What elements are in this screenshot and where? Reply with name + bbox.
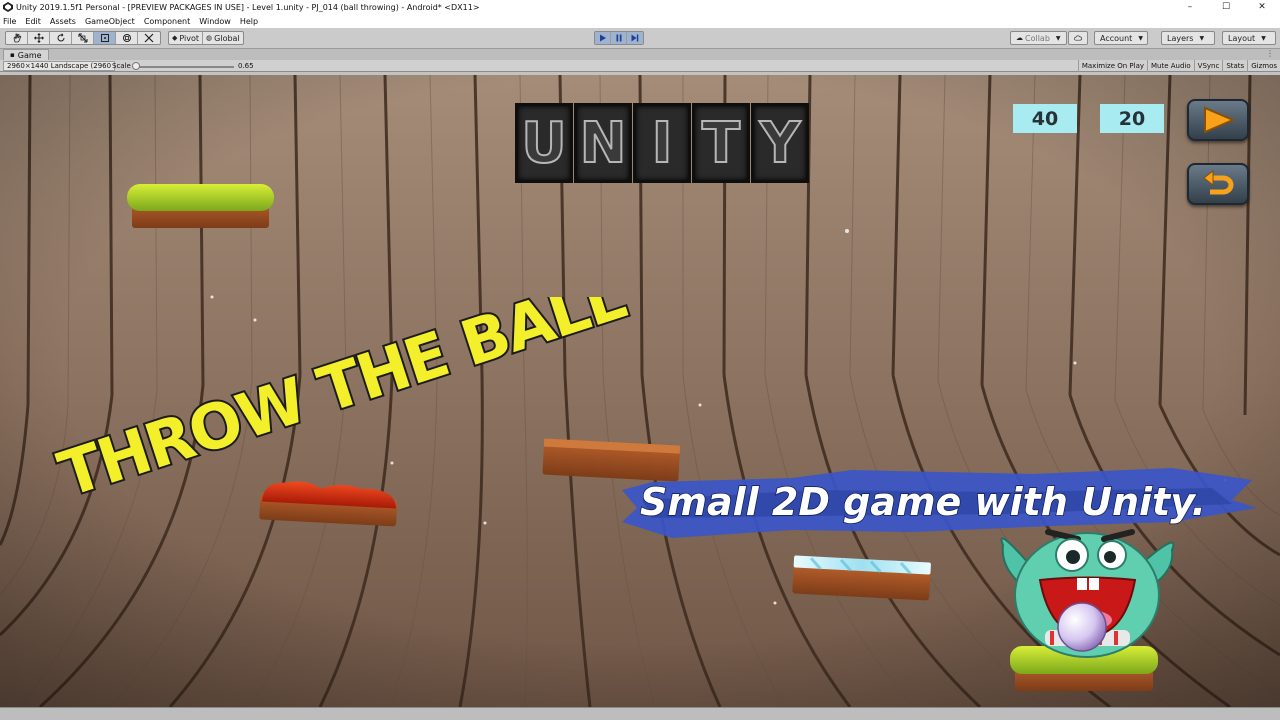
window-title: Unity 2019.1.5f1 Personal - [PREVIEW PAC… (16, 2, 480, 12)
platform-grass-top-left (127, 184, 274, 228)
game-controller-icon: ▪ (10, 51, 15, 59)
collab-label: Collab (1025, 33, 1050, 43)
headline-banner: THROW THE BALL (48, 297, 635, 507)
unity-logo: U N I T Y (515, 103, 810, 183)
scale-slider-track[interactable] (134, 66, 234, 68)
play-button[interactable] (595, 32, 611, 44)
menu-help[interactable]: Help (240, 17, 258, 26)
chevron-down-icon: ▼ (1199, 34, 1205, 42)
cloud-icon (1074, 35, 1082, 41)
rotate-icon (57, 33, 64, 42)
headline-text: THROW THE BALL (50, 297, 633, 507)
scale-value: 0.65 (238, 62, 254, 70)
pivot-label: Pivot (179, 33, 200, 43)
menu-gameobject[interactable]: GameObject (85, 17, 135, 26)
main-toolbar: ◆ Pivot ◍ Global ☁ Collab ▼ Account ▼ La… (0, 28, 1280, 49)
menu-component[interactable]: Component (144, 17, 190, 26)
transform-tools (5, 31, 161, 45)
window-titlebar: Unity 2019.1.5f1 Personal - [PREVIEW PAC… (0, 0, 1280, 14)
platform-ice-right (792, 555, 931, 601)
move-tool-button[interactable] (28, 32, 50, 44)
scale-label: Scale (112, 62, 131, 70)
score-counter-left: 40 (1013, 104, 1077, 133)
account-label: Account (1100, 33, 1133, 43)
step-button[interactable] (627, 32, 643, 44)
account-dropdown[interactable]: Account ▼ (1094, 31, 1148, 45)
tab-game-label: Game (17, 50, 42, 60)
scale-tool-button[interactable] (72, 32, 94, 44)
pause-icon (616, 34, 621, 42)
restart-icon (1203, 170, 1234, 195)
menu-edit[interactable]: Edit (25, 17, 41, 26)
playback-controls (594, 31, 644, 45)
logo-letter-y: Y (751, 103, 809, 183)
pivot-icon: ◆ (172, 34, 178, 42)
move-icon (33, 33, 44, 43)
game-tab-bar: ▪ Game ⋮ (0, 49, 1280, 60)
globe-icon: ◍ (206, 34, 213, 42)
menu-assets[interactable]: Assets (50, 17, 76, 26)
menu-file[interactable]: File (3, 17, 16, 26)
layers-dropdown[interactable]: Layers ▼ (1161, 31, 1215, 45)
rect-icon (100, 34, 109, 42)
custom-tool-button[interactable] (138, 32, 160, 44)
scale-slider-thumb[interactable] (132, 62, 140, 70)
bottom-status-strip (0, 707, 1280, 720)
maximize-on-play-toggle[interactable]: Maximize On Play (1077, 60, 1147, 72)
menu-bar: File Edit Assets GameObject Component Wi… (0, 14, 1280, 28)
chevron-down-icon: ▼ (1055, 34, 1061, 42)
layout-label: Layout (1228, 33, 1256, 43)
pivot-controls: ◆ Pivot ◍ Global (168, 31, 244, 45)
pause-button[interactable] (611, 32, 627, 44)
resolution-dropdown[interactable]: 2960×1440 Landscape (2960 (3, 61, 116, 71)
collab-dropdown[interactable]: ☁ Collab ▼ (1010, 31, 1067, 45)
step-icon (631, 34, 639, 42)
transform-tool-button[interactable] (116, 32, 138, 44)
tab-game[interactable]: ▪ Game (3, 49, 49, 60)
transform-icon (122, 34, 131, 42)
gizmos-dropdown[interactable]: Gizmos (1247, 60, 1280, 72)
vsync-toggle[interactable]: VSync (1193, 60, 1223, 72)
global-label: Global (214, 33, 240, 43)
game-view-controls: 2960×1440 Landscape (2960 Scale 0.65 Max… (0, 60, 1280, 72)
pivot-button[interactable]: ◆ Pivot (169, 32, 204, 44)
tools-icon (144, 33, 154, 43)
subtitle-text: Small 2D game with Unity. (640, 480, 1206, 524)
layers-label: Layers (1167, 33, 1194, 43)
rotate-tool-button[interactable] (50, 32, 72, 44)
chevron-down-icon: ▼ (1138, 34, 1143, 42)
game-viewport[interactable]: U N I T Y 40 20 THROW THE BALL Small 2D … (0, 75, 1280, 707)
rect-tool-button[interactable] (94, 32, 116, 44)
hand-tool-button[interactable] (6, 32, 28, 44)
services-button[interactable] (1068, 31, 1088, 45)
cloud-check-icon: ☁ (1016, 34, 1023, 42)
logo-letter-i: I (633, 103, 691, 183)
play-icon (599, 34, 606, 42)
global-button[interactable]: ◍ Global (203, 32, 243, 44)
hand-icon (13, 33, 21, 43)
logo-letter-u: U (515, 103, 573, 183)
scale-icon (78, 33, 87, 43)
close-button[interactable]: ✕ (1244, 0, 1280, 14)
mute-audio-toggle[interactable]: Mute Audio (1147, 60, 1194, 72)
subtitle-banner: Small 2D game with Unity. (622, 468, 1257, 538)
chevron-down-icon: ▼ (1261, 34, 1266, 42)
unity-app-icon (3, 2, 13, 12)
stats-toggle[interactable]: Stats (1222, 60, 1247, 72)
tab-menu-icon[interactable]: ⋮ (1266, 49, 1274, 58)
layout-dropdown[interactable]: Layout ▼ (1222, 31, 1276, 45)
logo-letter-t: T (692, 103, 750, 183)
logo-letter-n: N (574, 103, 632, 183)
score-counter-right: 20 (1100, 104, 1164, 133)
resolution-label: 2960×1440 Landscape (2960 (7, 62, 112, 70)
menu-window[interactable]: Window (199, 17, 231, 26)
restart-button[interactable] (1187, 163, 1249, 205)
play-game-button[interactable] (1187, 99, 1249, 141)
maximize-button[interactable]: ☐ (1208, 0, 1244, 14)
play-icon (1204, 106, 1235, 134)
minimize-button[interactable]: – (1172, 0, 1208, 14)
